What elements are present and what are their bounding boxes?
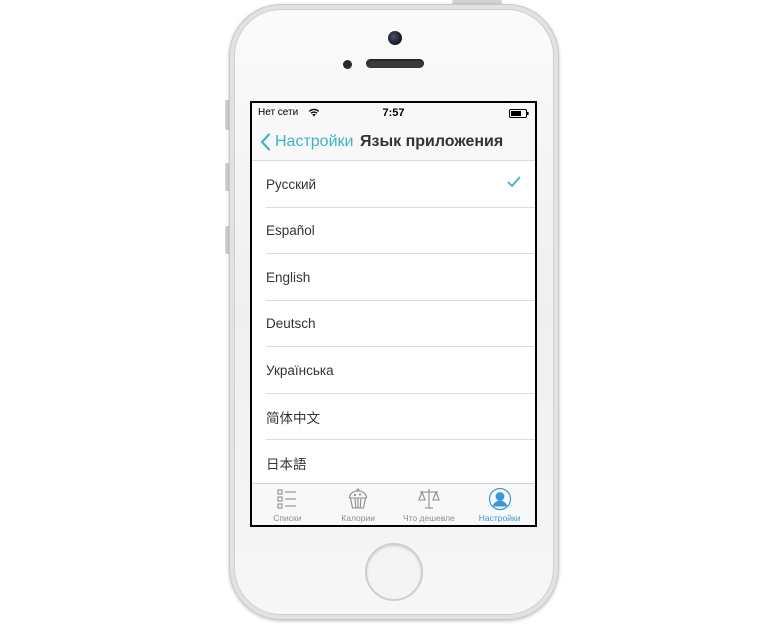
language-list: Русский Español English Deutsch Українсь… — [252, 161, 535, 487]
language-label: Español — [266, 223, 315, 239]
language-item-spanish[interactable]: Español — [252, 208, 535, 255]
page-title: Язык приложения — [360, 133, 504, 150]
muffin-icon — [349, 488, 368, 509]
tab-label: Списки — [273, 513, 302, 523]
back-button[interactable]: Настройки — [260, 132, 353, 152]
user-icon — [488, 487, 511, 511]
battery-icon — [509, 109, 529, 118]
language-label: Deutsch — [266, 316, 316, 332]
list-icon — [277, 489, 297, 509]
tab-cheaper[interactable]: Что дешевле — [394, 484, 465, 525]
tab-label: Калории — [341, 513, 375, 523]
language-item-ukrainian[interactable]: Українська — [252, 347, 535, 394]
status-time: 7:57 — [382, 107, 405, 119]
back-button-label: Настройки — [275, 133, 354, 150]
checkmark-icon — [507, 176, 521, 187]
tab-label: Что дешевле — [402, 513, 455, 523]
chevron-left-icon — [260, 133, 271, 151]
tab-lists[interactable]: Списки — [252, 484, 323, 525]
navigation-bar: Настройки Язык приложения — [252, 123, 535, 161]
phone-screen: Нет сети 7:57 Настройки Язык приложения — [250, 101, 537, 527]
scales-icon — [418, 489, 440, 509]
status-bar: Нет сети 7:57 — [252, 103, 535, 123]
language-label: Українська — [266, 362, 334, 378]
language-item-chinese[interactable]: 简体中文 — [252, 394, 535, 441]
tab-calories[interactable]: Калории — [323, 484, 394, 525]
front-camera — [388, 31, 402, 45]
language-item-german[interactable]: Deutsch — [252, 301, 535, 348]
language-label: 日本語 — [266, 457, 307, 473]
tab-bar: Списки Калории Что дешевле Настройки — [252, 483, 535, 525]
language-label: English — [266, 269, 311, 285]
language-label: Русский — [266, 176, 317, 192]
language-item-english[interactable]: English — [252, 254, 535, 301]
language-label: 简体中文 — [266, 410, 320, 426]
app-display: Нет сети 7:57 Настройки Язык приложения — [252, 103, 535, 525]
home-button[interactable] — [365, 543, 423, 601]
tab-label: Настройки — [478, 513, 521, 523]
tab-settings[interactable]: Настройки — [464, 484, 535, 525]
earpiece-speaker — [366, 59, 424, 68]
language-item-japanese[interactable]: 日本語 — [252, 440, 535, 487]
proximity-sensor — [343, 60, 352, 69]
language-item-russian[interactable]: Русский — [252, 161, 535, 208]
